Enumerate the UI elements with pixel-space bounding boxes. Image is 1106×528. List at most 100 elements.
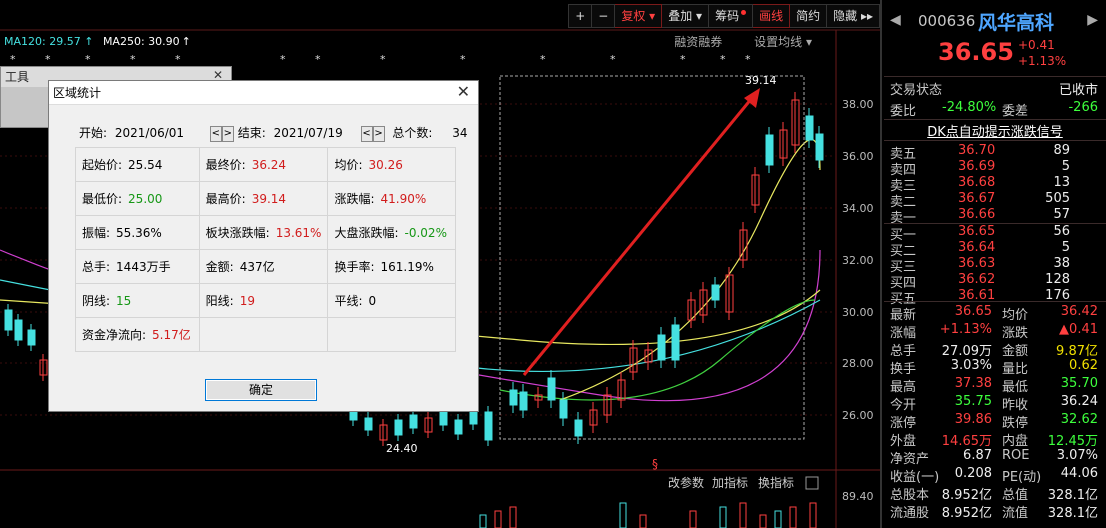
weicha-value: -266 bbox=[1068, 100, 1098, 115]
stat-label: 流通股 bbox=[890, 506, 930, 521]
zoom-out-button[interactable]: − bbox=[592, 4, 616, 28]
quote-stat-row: 外盘 14.65万 内盘 12.45万 bbox=[882, 430, 1106, 449]
event-star-icon: * bbox=[85, 53, 91, 66]
volume-bar bbox=[719, 506, 727, 528]
trade-status-label: 交易状态 bbox=[890, 83, 943, 98]
chips-label: 筹码 bbox=[715, 9, 740, 23]
high-price-mark: 39.14 bbox=[745, 74, 777, 87]
stats-row: 资金净流向: 5.17亿 bbox=[75, 317, 456, 352]
ma-legend: MA120: 29.57 ↑ MA250: 30.90 ↑ bbox=[4, 35, 191, 48]
kline-chart-panel[interactable]: 38.00 36.00 34.00 32.00 30.00 28.00 26.00 89.40… bbox=[0, 0, 880, 528]
prev-arrow-icon[interactable]: < bbox=[360, 125, 373, 142]
event-star-icon: * bbox=[460, 53, 466, 66]
stats-value: 19 bbox=[239, 294, 255, 308]
prev-arrow-icon[interactable]: < bbox=[209, 125, 222, 142]
stat-value: 328.1亿 bbox=[1047, 506, 1098, 521]
next-stock-icon[interactable]: ▶ bbox=[1087, 12, 1098, 28]
stats-cell: 金额: 437亿 bbox=[198, 249, 329, 284]
event-star-icon: * bbox=[380, 53, 386, 66]
divider bbox=[884, 76, 1106, 77]
stats-value: 25.54 bbox=[128, 158, 163, 172]
chips-button[interactable]: 筹码 bbox=[709, 4, 754, 28]
prev-stock-icon[interactable]: ◀ bbox=[890, 12, 901, 28]
ok-button[interactable]: 确定 bbox=[205, 379, 317, 401]
level-volume: 38 bbox=[1053, 256, 1070, 271]
y-axis-label: 32.00 bbox=[842, 254, 874, 267]
stats-cell: 总手: 1443万手 bbox=[75, 249, 200, 284]
selection-box bbox=[499, 75, 805, 440]
stats-label: 总手: bbox=[82, 260, 111, 274]
candle-body bbox=[4, 309, 13, 331]
level-price: 36.64 bbox=[958, 240, 996, 255]
stat-label: 换手 bbox=[890, 362, 917, 377]
stats-value: -0.02% bbox=[404, 226, 447, 240]
stats-label: 均价: bbox=[334, 158, 363, 172]
stats-cell: 阴线: 15 bbox=[75, 283, 200, 318]
dk-signal-link[interactable]: DK点自动提示涨跌信号 bbox=[884, 121, 1106, 140]
overlay-label: 叠加 bbox=[668, 9, 693, 23]
close-icon bbox=[805, 476, 819, 490]
stats-value: 13.61% bbox=[275, 226, 322, 240]
sub-panel-action: 加指标 bbox=[712, 475, 748, 490]
candle-body bbox=[484, 411, 493, 441]
level-volume: 5 bbox=[1061, 240, 1070, 255]
stat-label: 外盘 bbox=[890, 434, 917, 449]
candle-body bbox=[409, 414, 418, 429]
stats-label: 最低价: bbox=[82, 192, 123, 206]
trend-arrow-line bbox=[522, 97, 754, 376]
candle-body bbox=[454, 419, 463, 435]
up-arrow-icon: ↑ bbox=[181, 35, 191, 48]
hide-label: 隐藏 bbox=[833, 9, 858, 23]
stats-row: 起始价: 25.54 最终价: 36.24 均价: 30.26 bbox=[75, 147, 456, 182]
stats-label: 振幅: bbox=[82, 226, 111, 240]
stats-label: 平线: bbox=[334, 294, 363, 308]
stats-row: 最低价: 25.00 最高价: 39.14 涨跌幅: 41.90% bbox=[75, 181, 456, 216]
stats-cell: 平线: 0 bbox=[327, 283, 456, 318]
quote-stat-row: 涨幅 +1.13% 涨跌 ▲0.41 bbox=[882, 322, 1106, 341]
stat-value: 6.87 bbox=[963, 448, 992, 463]
level-price: 36.70 bbox=[958, 143, 996, 158]
zoom-in-button[interactable]: + bbox=[568, 4, 593, 28]
next-arrow-icon[interactable]: > bbox=[372, 125, 385, 142]
count-label: 总个数: bbox=[392, 126, 433, 140]
level-price: 36.66 bbox=[958, 207, 996, 222]
level-volume: 56 bbox=[1053, 224, 1070, 239]
stats-value: 161.19% bbox=[380, 260, 434, 274]
trade-status-value: 已收市 bbox=[1058, 83, 1098, 98]
stat-value: 3.07% bbox=[1056, 448, 1098, 463]
chart-top-links: 融资融券 设置均线 ▾ bbox=[660, 33, 812, 50]
stat-label: 涨停 bbox=[890, 416, 917, 431]
stats-value: 0 bbox=[368, 294, 377, 308]
candle-body bbox=[559, 399, 568, 419]
divider bbox=[884, 301, 1106, 302]
stats-grid: 起始价: 25.54 最终价: 36.24 均价: 30.26 最低价: 25.00 最高价: 3… bbox=[75, 147, 456, 352]
restore-rights-button[interactable]: 复权 ▾ bbox=[615, 4, 663, 28]
event-star-icon: * bbox=[175, 53, 181, 66]
margin-trading-link[interactable]: 融资融券 bbox=[674, 35, 722, 49]
stat-value: 0.62 bbox=[1069, 358, 1098, 373]
hide-button[interactable]: 隐藏 ▸▸ bbox=[827, 4, 880, 28]
sub-panel-action: 改参数 bbox=[668, 475, 704, 490]
overlay-button[interactable]: 叠加 ▾ bbox=[662, 4, 710, 28]
stats-label: 换手率: bbox=[334, 260, 375, 274]
volume-bar bbox=[479, 514, 487, 528]
next-arrow-icon[interactable]: > bbox=[221, 125, 234, 142]
close-icon[interactable]: ✕ bbox=[457, 82, 470, 101]
simple-mode-button[interactable]: 简约 bbox=[790, 4, 828, 28]
stat-value: 35.70 bbox=[1060, 376, 1098, 391]
set-ma-link[interactable]: 设置均线 ▾ bbox=[740, 35, 812, 49]
stock-name: 风华高科 bbox=[978, 12, 1055, 34]
volume-bar bbox=[809, 502, 817, 528]
draw-line-button[interactable]: 画线 bbox=[753, 4, 791, 28]
y-axis-label: 30.00 bbox=[842, 306, 874, 319]
event-star-icon: * bbox=[680, 53, 686, 66]
stats-label: 大盘涨跌幅: bbox=[334, 226, 399, 240]
candle-body bbox=[394, 419, 403, 436]
event-star-icon: * bbox=[45, 53, 51, 66]
stats-value: 36.24 bbox=[251, 158, 287, 172]
event-star-icon: * bbox=[315, 53, 321, 66]
stats-cell: 最终价: 36.24 bbox=[198, 147, 329, 182]
stat-label: 量比 bbox=[1002, 362, 1029, 377]
candle-body bbox=[711, 284, 720, 301]
stat-label: 总股本 bbox=[890, 488, 930, 503]
